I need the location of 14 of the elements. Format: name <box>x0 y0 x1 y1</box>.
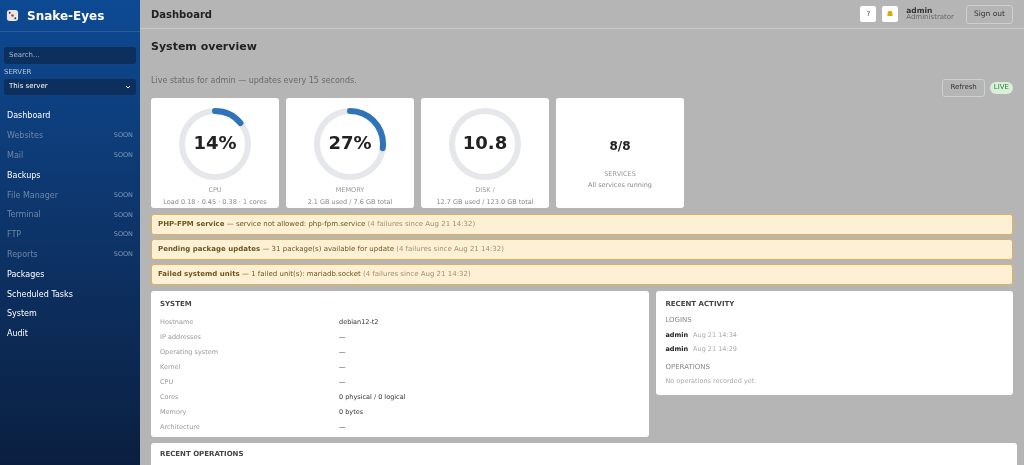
nav-item[interactable]: Packages <box>0 264 140 285</box>
section-title: System overview <box>151 39 258 55</box>
nav-item[interactable]: Scheduled Tasks <box>0 284 140 305</box>
nav-item[interactable]: Backups <box>0 165 140 186</box>
gauge-value: 14% <box>193 131 237 156</box>
stat-value: 8/8 <box>609 137 631 155</box>
gauge-value: 27% <box>328 131 372 156</box>
nav-item[interactable]: Audit <box>0 324 140 345</box>
nav-item[interactable]: Dashboard <box>0 106 140 127</box>
brand-name: Snake-Eyes <box>27 7 105 25</box>
page-title: Dashboard <box>151 7 213 22</box>
gauge-value: 10.8 <box>462 131 508 156</box>
nav-item[interactable]: System <box>0 304 140 325</box>
subtitle: Live status for admin — updates every 15 seconds. <box>151 74 357 87</box>
